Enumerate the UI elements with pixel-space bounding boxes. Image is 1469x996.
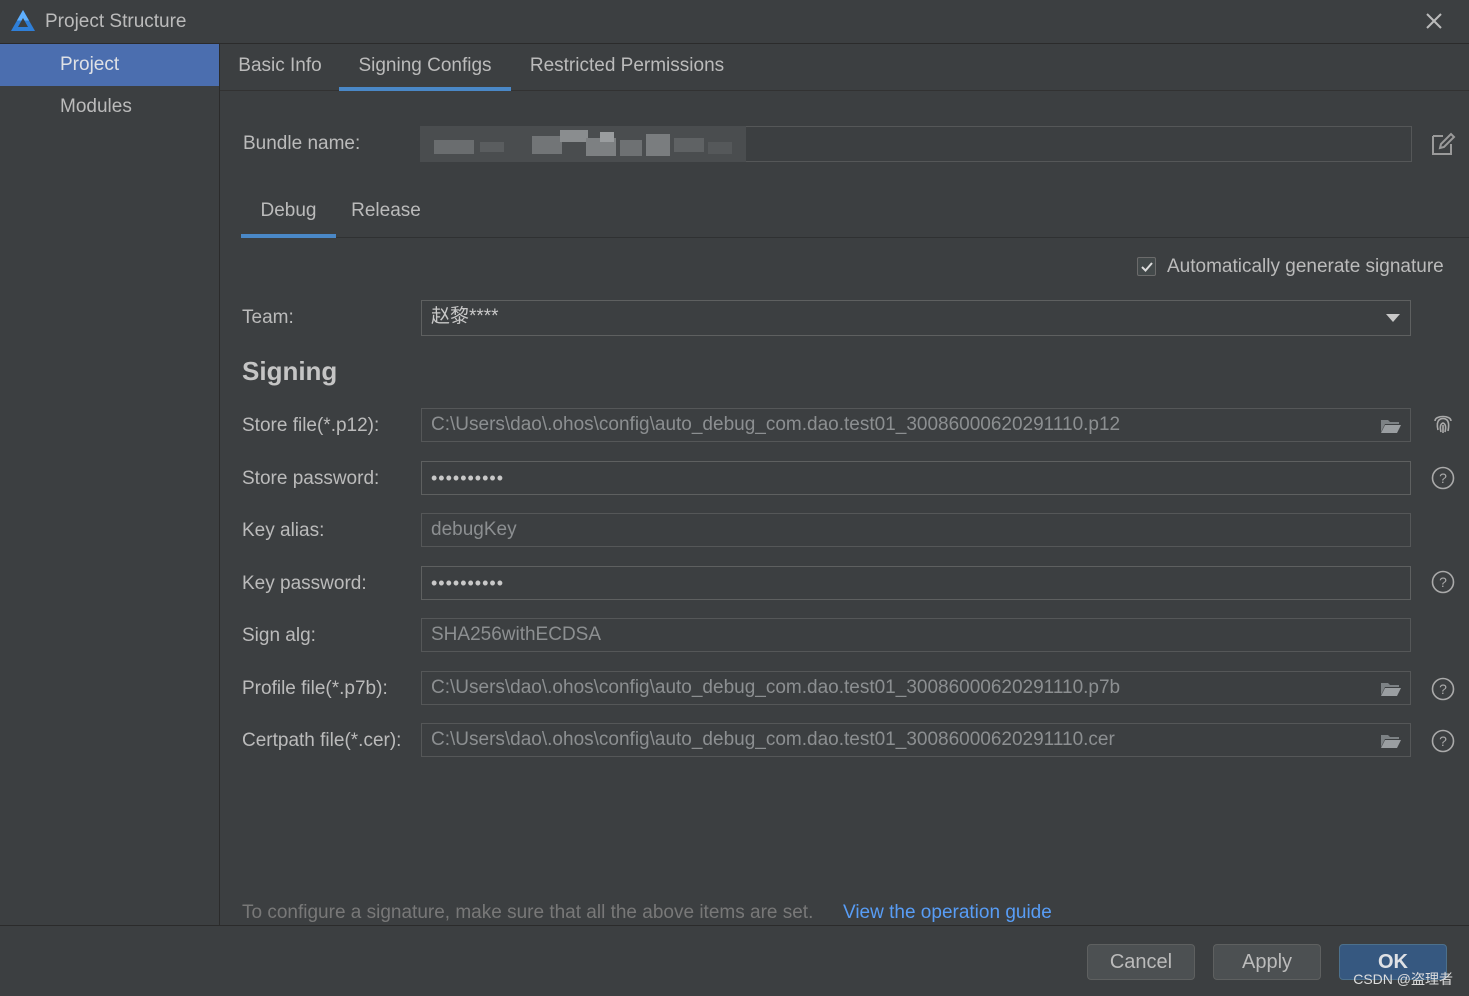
- edit-icon[interactable]: [1430, 131, 1456, 157]
- svg-text:?: ?: [1439, 574, 1447, 590]
- store-password-input[interactable]: ••••••••••: [421, 461, 1411, 495]
- help-icon[interactable]: ?: [1431, 466, 1455, 490]
- store-file-label: Store file(*.p12):: [242, 415, 380, 436]
- chevron-down-icon: [1386, 314, 1400, 322]
- tab-bar: Basic Info Signing Configs Restricted Pe…: [220, 44, 1469, 91]
- redacted-mosaic: [420, 126, 746, 162]
- profile-file-field[interactable]: C:\Users\dao\.ohos\config\auto_debug_com…: [421, 671, 1411, 705]
- svg-text:?: ?: [1439, 733, 1447, 749]
- key-password-input[interactable]: ••••••••••: [421, 566, 1411, 600]
- bundle-name-label: Bundle name:: [243, 133, 361, 154]
- fingerprint-icon[interactable]: [1430, 410, 1456, 436]
- signing-heading: Signing: [242, 356, 338, 386]
- sidebar-item-modules[interactable]: Modules: [0, 86, 219, 128]
- folder-icon[interactable]: [1380, 417, 1402, 434]
- watermark: CSDN @盗理者: [1353, 971, 1453, 987]
- team-value: 赵黎****: [431, 306, 499, 327]
- window-title: Project Structure: [45, 11, 187, 32]
- help-icon[interactable]: ?: [1431, 677, 1455, 701]
- tab-signing-configs[interactable]: Signing Configs: [339, 44, 511, 91]
- certpath-file-value: C:\Users\dao\.ohos\config\auto_debug_com…: [431, 729, 1115, 750]
- signature-hint: To configure a signature, make sure that…: [242, 902, 814, 923]
- checkmark-icon: [1141, 262, 1153, 272]
- auto-signature-label: Automatically generate signature: [1167, 256, 1444, 277]
- sidebar: Project Modules: [0, 44, 220, 925]
- signing-subtab-bar: Debug Release: [241, 189, 1469, 238]
- close-icon[interactable]: [1423, 10, 1445, 32]
- apply-button[interactable]: Apply: [1213, 944, 1321, 980]
- title-bar: Project Structure: [0, 0, 1469, 44]
- key-password-label: Key password:: [242, 573, 367, 594]
- profile-file-label: Profile file(*.p7b):: [242, 678, 388, 699]
- cancel-button[interactable]: Cancel: [1087, 944, 1195, 980]
- folder-icon[interactable]: [1380, 680, 1402, 697]
- tab-release[interactable]: Release: [348, 189, 424, 237]
- dialog-footer: Cancel Apply OK CSDN @盗理者: [0, 925, 1469, 996]
- tab-debug[interactable]: Debug: [241, 189, 336, 238]
- store-file-value: C:\Users\dao\.ohos\config\auto_debug_com…: [431, 414, 1121, 435]
- svg-text:?: ?: [1439, 681, 1447, 697]
- help-icon[interactable]: ?: [1431, 729, 1455, 753]
- tab-restricted-permissions[interactable]: Restricted Permissions: [520, 44, 734, 90]
- team-select[interactable]: 赵黎****: [421, 300, 1411, 336]
- auto-signature-checkbox[interactable]: [1137, 257, 1156, 276]
- svg-text:?: ?: [1439, 470, 1447, 486]
- sidebar-item-project[interactable]: Project: [0, 44, 219, 86]
- main-panel: Basic Info Signing Configs Restricted Pe…: [220, 44, 1469, 925]
- team-label: Team:: [242, 307, 294, 328]
- store-file-field[interactable]: C:\Users\dao\.ohos\config\auto_debug_com…: [421, 408, 1411, 442]
- key-alias-field[interactable]: debugKey: [421, 513, 1411, 547]
- help-icon[interactable]: ?: [1431, 570, 1455, 594]
- sign-alg-label: Sign alg:: [242, 625, 316, 646]
- deveco-logo-icon: [11, 10, 35, 31]
- profile-file-value: C:\Users\dao\.ohos\config\auto_debug_com…: [431, 677, 1121, 698]
- folder-icon[interactable]: [1380, 732, 1402, 749]
- operation-guide-link[interactable]: View the operation guide: [843, 902, 1052, 924]
- store-password-label: Store password:: [242, 468, 380, 489]
- certpath-file-label: Certpath file(*.cer):: [242, 730, 402, 751]
- key-alias-label: Key alias:: [242, 520, 325, 541]
- certpath-file-field[interactable]: C:\Users\dao\.ohos\config\auto_debug_com…: [421, 723, 1411, 757]
- tab-basic-info[interactable]: Basic Info: [228, 44, 332, 90]
- sign-alg-field[interactable]: SHA256withECDSA: [421, 618, 1411, 652]
